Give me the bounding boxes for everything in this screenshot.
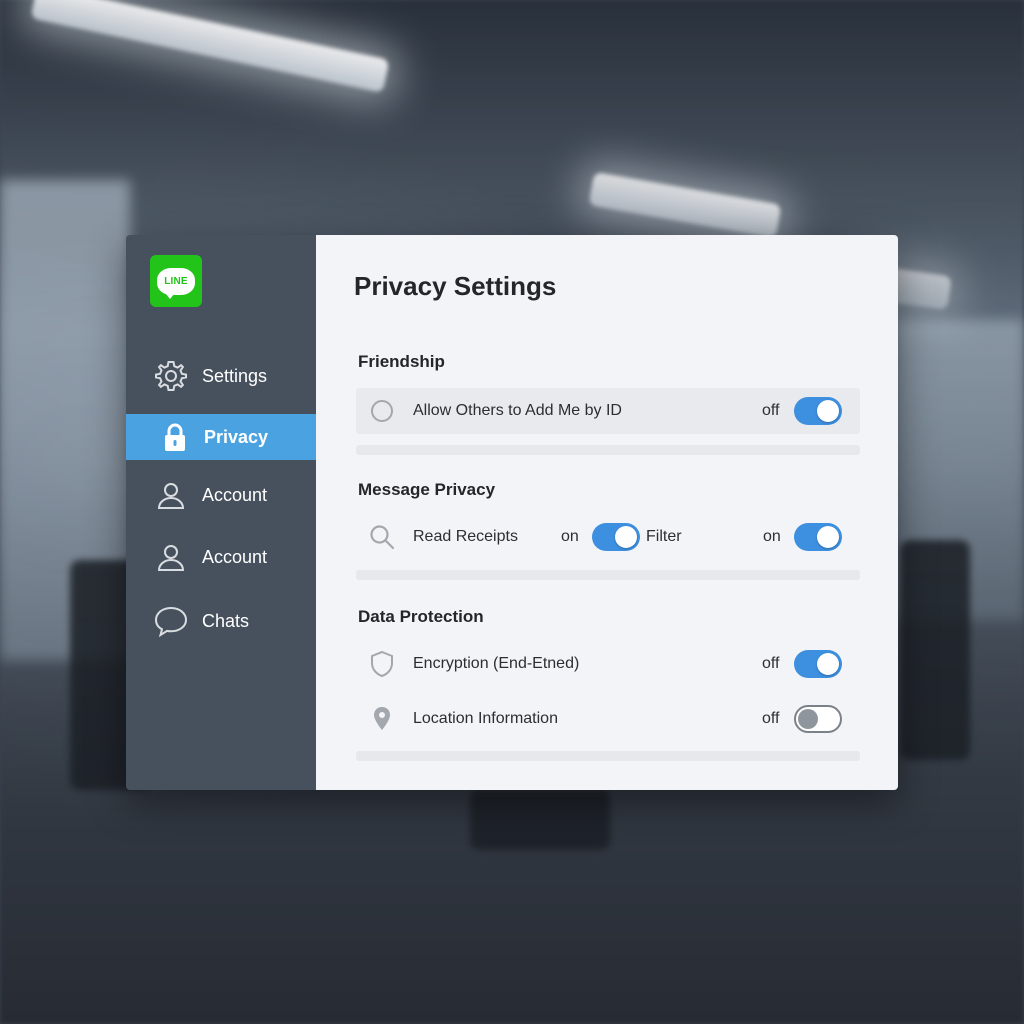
- toggle-knob: [817, 400, 839, 422]
- setting-label: Encryption (End-Etned): [413, 655, 580, 672]
- filter-label: Filter: [646, 528, 682, 545]
- setting-state: on: [561, 528, 579, 545]
- sidebar-item-privacy[interactable]: Privacy: [126, 414, 316, 460]
- sidebar-item-label: Account: [202, 546, 268, 567]
- logo-text: LINE: [164, 275, 188, 287]
- toggle-knob: [817, 653, 839, 675]
- section-title-message-privacy: Message Privacy: [358, 480, 496, 499]
- setting-row-encryption: Encryption (End-Etned) off: [356, 641, 860, 687]
- setting-state: off: [762, 402, 780, 419]
- gear-icon: [154, 359, 188, 393]
- location-toggle[interactable]: [794, 705, 842, 733]
- user-icon: [154, 540, 188, 574]
- page-title: Privacy Settings: [354, 271, 557, 301]
- shield-icon: [368, 650, 396, 678]
- sidebar-item-label: Chats: [202, 610, 250, 631]
- sidebar-item-chats[interactable]: Chats: [126, 598, 316, 644]
- sidebar-item-account[interactable]: Account: [126, 534, 316, 580]
- setting-label: Read Receipts: [413, 528, 518, 545]
- sidebar: LINE Settings Privacy Account Account Ch…: [126, 235, 316, 790]
- setting-state: off: [762, 710, 780, 727]
- user-icon: [154, 478, 188, 512]
- sidebar-item-label: Account: [202, 484, 268, 505]
- search-icon: [368, 523, 396, 551]
- radio-circle-icon[interactable]: [368, 397, 396, 425]
- line-logo: LINE: [150, 255, 202, 307]
- sidebar-item-label: Settings: [202, 365, 268, 386]
- allow-add-by-id-toggle[interactable]: [794, 397, 842, 425]
- logo-bubble: LINE: [157, 267, 195, 299]
- setting-row-location: Location Information off: [356, 696, 860, 742]
- section-title-friendship: Friendship: [358, 352, 445, 371]
- section-divider: [356, 445, 860, 455]
- toggle-knob: [817, 526, 839, 548]
- setting-row-read-receipts: Read Receipts on Filter on: [356, 514, 860, 560]
- encryption-toggle[interactable]: [794, 650, 842, 678]
- section-divider: [356, 570, 860, 580]
- location-pin-icon: [368, 705, 396, 733]
- read-receipts-toggle[interactable]: [592, 523, 640, 551]
- sidebar-item-settings[interactable]: Settings: [126, 353, 316, 399]
- lock-icon: [158, 420, 192, 454]
- setting-label: Location Information: [413, 710, 558, 727]
- setting-state: on: [763, 528, 781, 545]
- filter-toggle[interactable]: [794, 523, 842, 551]
- toggle-knob: [615, 526, 637, 548]
- setting-state: off: [762, 655, 780, 672]
- office-chair: [900, 540, 970, 760]
- toggle-knob: [798, 709, 818, 729]
- sidebar-item-account[interactable]: Account: [126, 472, 316, 518]
- sidebar-item-label: Privacy: [204, 426, 269, 447]
- setting-label: Allow Others to Add Me by ID: [413, 402, 622, 419]
- privacy-settings-panel: Privacy Settings Friendship Allow Others…: [316, 235, 898, 790]
- chat-bubble-icon: [154, 604, 188, 638]
- setting-row-allow-add-by-id: Allow Others to Add Me by ID off: [356, 388, 860, 434]
- ceiling-light: [588, 171, 782, 239]
- office-chair: [470, 790, 610, 850]
- settings-window: LINE Settings Privacy Account Account Ch…: [126, 235, 898, 790]
- ceiling-light: [30, 0, 390, 94]
- section-title-data-protection: Data Protection: [358, 607, 484, 626]
- section-divider: [356, 751, 860, 761]
